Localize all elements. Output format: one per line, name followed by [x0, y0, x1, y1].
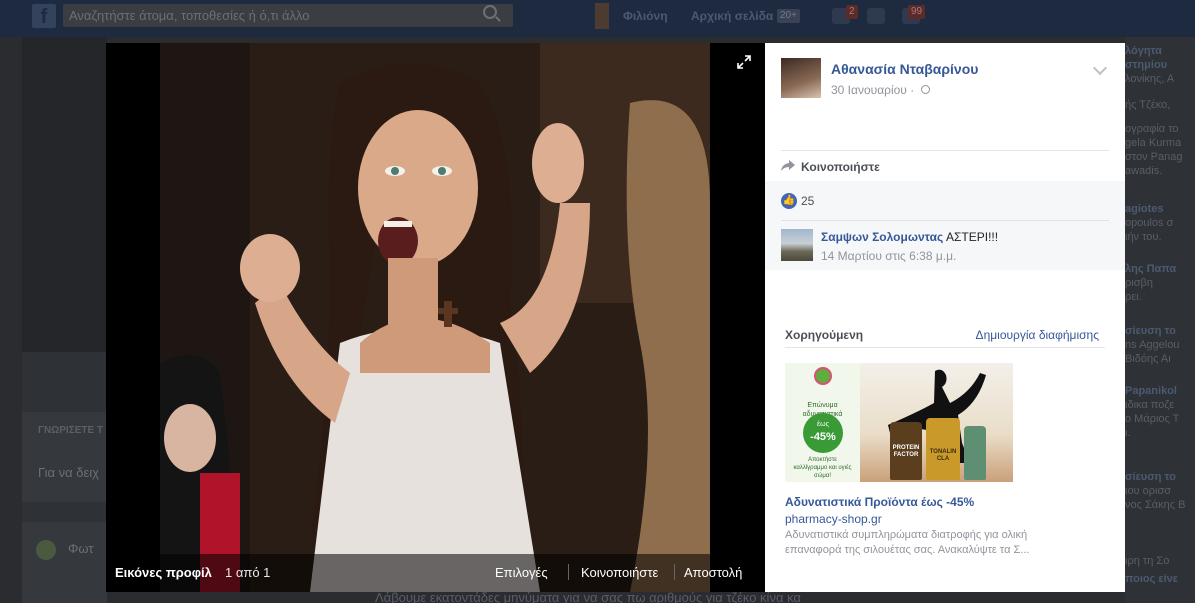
feed-snippet: ι.	[1125, 427, 1131, 439]
discount-prefix: έως	[817, 421, 829, 428]
feed-snippet[interactable]: σίευση το	[1125, 471, 1176, 483]
feed-snippet[interactable]: ποιος είνε	[1125, 573, 1178, 585]
post-date[interactable]: 30 Ιανουαρίου ·	[831, 83, 914, 97]
facebook-logo-icon[interactable]: f	[32, 4, 56, 28]
discount-badge: έως -45%	[803, 413, 843, 453]
photo-viewer: Εικόνες προφίλ 1 από 1 Επιλογές Κοινοποι…	[106, 43, 765, 592]
feed-snippet: ns Aggelou	[1125, 339, 1180, 351]
pharmacy-logo-icon	[814, 367, 832, 385]
feed-snippet: ιρη τη Σο	[1125, 555, 1170, 567]
photo-side-panel: Αθανασία Νταβαρίνου 30 Ιανουαρίου · Κοιν…	[765, 43, 1125, 592]
like-thumb-icon[interactable]: 👍	[781, 193, 797, 209]
divider	[785, 347, 1105, 348]
feed-snippet: gela Kurma	[1125, 137, 1182, 149]
feed-snippet: ρισβη	[1125, 277, 1153, 289]
photos-card	[22, 522, 107, 603]
divider	[781, 220, 1109, 221]
feed-snippet: ής Τζέκο,	[1125, 99, 1171, 111]
home-badge: 20+	[777, 9, 800, 23]
ad-headline-link[interactable]: Αδυνατιστικά Προϊόντα έως -45%	[785, 495, 974, 509]
create-ad-link[interactable]: Δημιουργία διαφήμισης	[976, 328, 1099, 342]
home-nav-link[interactable]: Αρχική σελίδα	[691, 9, 773, 23]
profile-nav-link[interactable]: Φιλιόνη	[623, 9, 668, 23]
commenter-avatar[interactable]	[781, 229, 813, 261]
feed-snippet: στον Panag	[1125, 151, 1183, 163]
chevron-down-icon[interactable]	[1092, 60, 1108, 76]
album-name-link[interactable]: Εικόνες προφίλ	[115, 565, 212, 580]
share-label: Κοινοποιήστε	[801, 160, 880, 174]
options-button[interactable]: Επιλογές	[495, 565, 548, 580]
send-button[interactable]: Αποστολή	[684, 565, 742, 580]
feed-snippet: ογραφία το	[1125, 123, 1179, 135]
feed-snippet[interactable]: λόγητα	[1125, 45, 1162, 57]
feed-snippet: ρει.	[1125, 291, 1142, 303]
left-profile-column	[22, 37, 107, 603]
feed-snippet[interactable]: στημίου	[1125, 59, 1167, 71]
sponsored-heading: Χορηγούμενη	[785, 328, 864, 342]
notifications-badge: 99	[908, 5, 926, 19]
messages-icon[interactable]	[867, 8, 885, 24]
ad-image[interactable]: Επώνυμα αδυνατιστικά έως -45% Αποκτήστε …	[785, 363, 1013, 482]
feed-snippet[interactable]: σίευση το	[1125, 325, 1176, 337]
profile-photo[interactable]	[160, 43, 710, 592]
feed-snippet: ιήν του.	[1125, 231, 1162, 243]
intro-card-title: ΓΝΩΡΙΣΕΤΕ Τ	[38, 425, 104, 436]
ad-body-text: Αδυνατιστικά συμπληρώματα διατροφής για …	[785, 529, 1030, 556]
ad-image-right-panel: PROTEIN FACTOR TONALIN CLA	[860, 363, 1013, 482]
supplement-bottle-1-label: PROTEIN FACTOR	[892, 445, 920, 458]
feed-snippet[interactable]: agiotes	[1125, 203, 1164, 215]
divider	[674, 564, 675, 580]
feed-snippet: awadis.	[1125, 165, 1163, 177]
comment-timestamp[interactable]: 14 Μαρτίου στις 6:38 μ.μ.	[821, 249, 956, 263]
comment: Σαμψων Σολομωντας ΑΣΤΕΡΙ!!!	[821, 230, 998, 244]
intro-card-text: Για να δειχ	[38, 465, 99, 480]
feed-snippet: λονίκης, Α	[1125, 73, 1175, 85]
comment-text: ΑΣΤΕΡΙ!!!	[945, 230, 999, 244]
globe-icon[interactable]	[921, 85, 930, 94]
ad-domain-link[interactable]: pharmacy-shop.gr	[785, 512, 882, 526]
feed-snippet: Βιδόης Αι	[1125, 353, 1171, 365]
search-input[interactable]: Αναζητήστε άτομα, τοποθεσίες ή ό,τι άλλο	[63, 4, 513, 27]
like-count[interactable]: 25	[801, 194, 814, 208]
post-date-text[interactable]: 30 Ιανουαρίου	[831, 83, 907, 97]
feed-snippet: νος Σάκης Β	[1125, 499, 1186, 511]
poster-avatar[interactable]	[781, 58, 821, 98]
date-separator: ·	[910, 83, 915, 97]
supplement-bottle-3	[964, 426, 986, 480]
profile-cover-dimmed	[22, 37, 107, 352]
feed-snippet[interactable]: Papanikol	[1125, 385, 1177, 397]
photo-counter: 1 από 1	[225, 565, 271, 580]
ad-image-tagline: Αποκτήστε καλλίγραμμο και υγιές σώμα!	[793, 457, 852, 479]
feed-snippet: opoulos σ	[1125, 217, 1174, 229]
photo-illustration	[160, 43, 710, 592]
divider	[781, 150, 1109, 151]
friend-requests-badge: 2	[846, 5, 858, 19]
supplement-bottle-2-label: TONALIN CLA	[929, 449, 957, 462]
fullscreen-icon[interactable]	[737, 55, 751, 69]
photos-card-label[interactable]: Φωτ	[68, 541, 93, 556]
photos-icon	[36, 540, 56, 560]
discount-value: -45%	[810, 431, 836, 443]
right-feed-column: λόγητα στημίου λονίκης, Α ής Τζέκο, ογραφία …	[1125, 37, 1195, 603]
ad-image-left-panel: Επώνυμα αδυνατιστικά έως -45% Αποκτήστε …	[785, 363, 860, 482]
feed-snippet[interactable]: λης Παπα	[1125, 263, 1176, 275]
feed-snippet: ιδικα ποζε	[1125, 399, 1175, 411]
photo-caption-bar: Εικόνες προφίλ 1 από 1 Επιλογές Κοινοποι…	[106, 554, 765, 592]
poster-name-link[interactable]: Αθανασία Νταβαρίνου	[831, 61, 978, 77]
commenter-name-link[interactable]: Σαμψων Σολομωντας	[821, 230, 943, 244]
feed-snippet: ο Μάριος Τ	[1125, 413, 1180, 425]
divider	[568, 564, 569, 580]
share-arrow-icon	[781, 160, 795, 171]
top-navigation-bar: f Αναζητήστε άτομα, τοποθεσίες ή ό,τι άλ…	[0, 0, 1195, 37]
feed-snippet: ιου ορισσ	[1125, 485, 1172, 497]
search-icon[interactable]	[483, 5, 503, 25]
share-photo-button[interactable]: Κοινοποιήστε	[581, 565, 658, 580]
profile-avatar[interactable]	[595, 3, 609, 29]
